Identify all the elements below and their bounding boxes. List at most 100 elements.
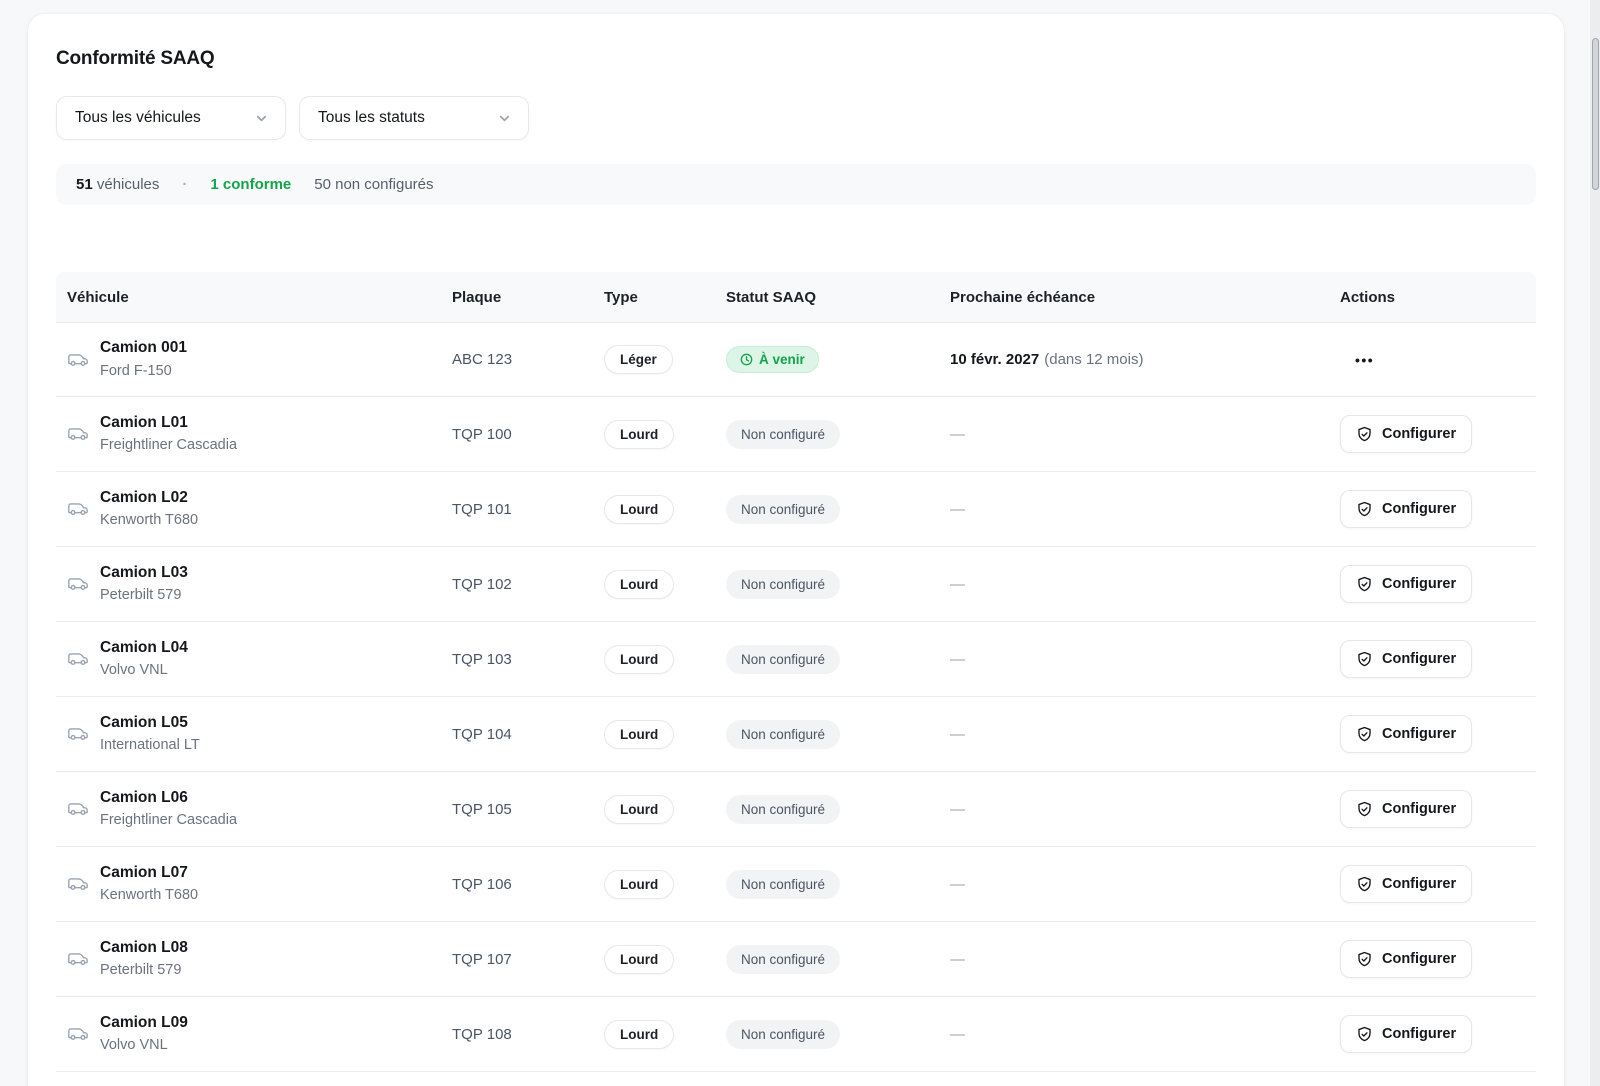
due-date: — bbox=[950, 576, 965, 593]
type-cell: Lourd bbox=[596, 870, 726, 899]
due-note: (dans 12 mois) bbox=[1044, 351, 1143, 368]
vehicle-count: 51 véhicules bbox=[76, 176, 159, 193]
type-cell: Lourd bbox=[596, 420, 726, 449]
vehicle-filter-select[interactable]: Tous les véhicules bbox=[56, 96, 286, 140]
vehicle-identity: Camion L07 Kenworth T680 bbox=[100, 864, 198, 905]
vehicle-name: Camion L01 bbox=[100, 414, 237, 433]
card-content: Conformité SAAQ Tous les véhicules Tous … bbox=[28, 14, 1564, 1072]
vehicle-cell: Camion L06 Freightliner Cascadia bbox=[67, 789, 452, 830]
shield-check-icon bbox=[1356, 576, 1373, 593]
shield-check-icon bbox=[1356, 876, 1373, 893]
truck-icon bbox=[67, 352, 89, 367]
type-cell: Lourd bbox=[596, 795, 726, 824]
conforming-count: 1 conforme bbox=[210, 176, 291, 193]
type-cell: Léger bbox=[596, 345, 726, 374]
shield-check-icon bbox=[1356, 801, 1373, 818]
vehicle-cell: Camion L04 Volvo VNL bbox=[67, 639, 452, 680]
due-date: — bbox=[950, 801, 965, 818]
vehicle-identity: Camion L01 Freightliner Cascadia bbox=[100, 414, 237, 455]
vehicle-identity: Camion L09 Volvo VNL bbox=[100, 1014, 188, 1055]
table-header-row: Véhicule Plaque Type Statut SAAQ Prochai… bbox=[56, 272, 1536, 322]
scrollbar-track[interactable] bbox=[1590, 0, 1600, 1086]
configure-button-label: Configurer bbox=[1382, 426, 1456, 442]
plate-cell: TQP 105 bbox=[452, 801, 596, 818]
vehicle-name: Camion L03 bbox=[100, 564, 188, 583]
due-cell: — bbox=[950, 801, 1340, 818]
configure-button-label: Configurer bbox=[1382, 576, 1456, 592]
type-cell: Lourd bbox=[596, 1020, 726, 1049]
status-label: Non configuré bbox=[741, 1027, 825, 1042]
chevron-down-icon bbox=[254, 111, 269, 126]
status-label: Non configuré bbox=[741, 877, 825, 892]
table-row: Camion L08 Peterbilt 579 TQP 107 Lourd N… bbox=[56, 922, 1536, 997]
status-label: Non configuré bbox=[741, 502, 825, 517]
header-status: Statut SAAQ bbox=[726, 289, 950, 306]
truck-icon bbox=[67, 876, 89, 891]
plate-cell: ABC 123 bbox=[452, 351, 596, 368]
due-date: — bbox=[950, 726, 965, 743]
due-cell: — bbox=[950, 426, 1340, 443]
status-badge: Non configuré bbox=[726, 495, 840, 524]
status-badge: Non configuré bbox=[726, 570, 840, 599]
status-cell: Non configuré bbox=[726, 645, 950, 674]
configure-button[interactable]: Configurer bbox=[1340, 715, 1472, 753]
scrollbar-thumb[interactable] bbox=[1592, 38, 1599, 190]
header-plate: Plaque bbox=[452, 289, 596, 306]
status-cell: Non configuré bbox=[726, 570, 950, 599]
vehicle-count-number: 51 bbox=[76, 176, 93, 193]
page-title: Conformité SAAQ bbox=[56, 48, 1536, 70]
status-cell: Non configuré bbox=[726, 420, 950, 449]
vehicle-model: Volvo VNL bbox=[100, 1037, 188, 1054]
not-configured-count: 50 non configurés bbox=[314, 176, 433, 193]
filters-row: Tous les véhicules Tous les statuts bbox=[56, 96, 1536, 140]
clock-icon bbox=[740, 353, 753, 366]
vehicle-identity: Camion 001 Ford F-150 bbox=[100, 339, 187, 380]
truck-icon bbox=[67, 651, 89, 666]
status-label: Non configuré bbox=[741, 652, 825, 667]
due-date: — bbox=[950, 951, 965, 968]
actions-cell: ••• Configurer bbox=[1340, 790, 1495, 828]
configure-button[interactable]: Configurer bbox=[1340, 490, 1472, 528]
configure-button[interactable]: Configurer bbox=[1340, 565, 1472, 603]
configure-button-label: Configurer bbox=[1382, 1026, 1456, 1042]
due-cell: — bbox=[950, 951, 1340, 968]
configure-button[interactable]: Configurer bbox=[1340, 415, 1472, 453]
status-badge: À venir bbox=[726, 346, 819, 373]
table-row: Camion 001 Ford F-150 ABC 123 Léger À ve… bbox=[56, 322, 1536, 397]
configure-button-label: Configurer bbox=[1382, 501, 1456, 517]
status-label: Non configuré bbox=[741, 427, 825, 442]
saaq-compliance-card: Conformité SAAQ Tous les véhicules Tous … bbox=[27, 13, 1565, 1086]
status-cell: Non configuré bbox=[726, 720, 950, 749]
configure-button-label: Configurer bbox=[1382, 801, 1456, 817]
header-type: Type bbox=[596, 289, 726, 306]
type-badge: Lourd bbox=[604, 645, 674, 674]
truck-icon bbox=[67, 501, 89, 516]
configure-button[interactable]: Configurer bbox=[1340, 865, 1472, 903]
header-vehicle: Véhicule bbox=[67, 289, 452, 306]
due-date: 10 févr. 2027 bbox=[950, 351, 1039, 368]
vehicle-model: Peterbilt 579 bbox=[100, 587, 188, 604]
vehicle-name: Camion L05 bbox=[100, 714, 200, 733]
status-cell: Non configuré bbox=[726, 870, 950, 899]
status-filter-select[interactable]: Tous les statuts bbox=[299, 96, 529, 140]
due-cell: — bbox=[950, 1026, 1340, 1043]
status-cell: Non configuré bbox=[726, 495, 950, 524]
configure-button[interactable]: Configurer bbox=[1340, 640, 1472, 678]
type-badge: Lourd bbox=[604, 1020, 674, 1049]
due-cell: — bbox=[950, 576, 1340, 593]
due-date: — bbox=[950, 501, 965, 518]
vehicle-identity: Camion L04 Volvo VNL bbox=[100, 639, 188, 680]
type-badge: Léger bbox=[604, 345, 673, 374]
vehicle-model: Kenworth T680 bbox=[100, 887, 198, 904]
configure-button[interactable]: Configurer bbox=[1340, 1015, 1472, 1053]
vehicle-model: Ford F-150 bbox=[100, 363, 187, 380]
status-label: À venir bbox=[759, 352, 805, 367]
row-menu-button[interactable]: ••• bbox=[1345, 344, 1384, 376]
configure-button-label: Configurer bbox=[1382, 651, 1456, 667]
vehicle-model: Volvo VNL bbox=[100, 662, 188, 679]
table-row: Camion L04 Volvo VNL TQP 103 Lourd Non c… bbox=[56, 622, 1536, 697]
configure-button[interactable]: Configurer bbox=[1340, 790, 1472, 828]
shield-check-icon bbox=[1356, 1026, 1373, 1043]
status-label: Non configuré bbox=[741, 727, 825, 742]
configure-button[interactable]: Configurer bbox=[1340, 940, 1472, 978]
